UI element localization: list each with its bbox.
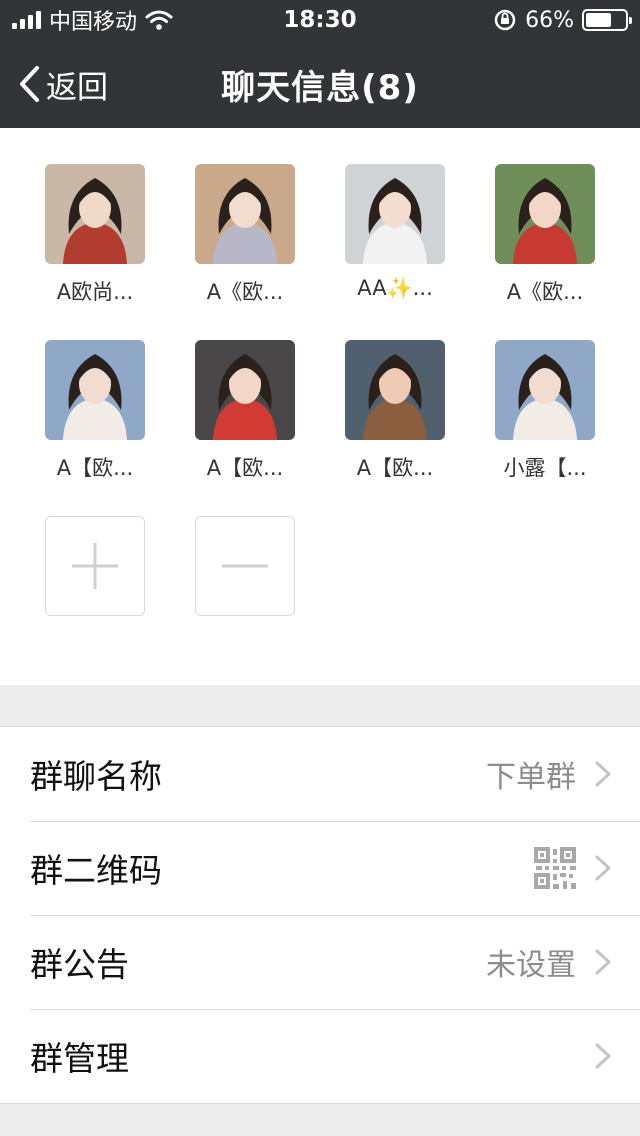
group-name-value: 下单群 — [486, 760, 576, 795]
row-right: 下单群 — [486, 752, 612, 796]
member-item[interactable]: A【欧... — [20, 340, 170, 482]
group-qrcode-row[interactable]: 群二维码 — [0, 821, 640, 915]
avatar — [345, 164, 445, 264]
avatar — [45, 340, 145, 440]
avatar — [45, 164, 145, 264]
signal-icon — [12, 11, 41, 29]
carrier-name: 中国移动 — [49, 10, 138, 35]
back-button[interactable]: 返回 — [18, 40, 108, 128]
avatar — [195, 340, 295, 440]
status-bar: 中国移动 18:30 66% — [0, 0, 640, 40]
member-item[interactable]: A【欧... — [170, 340, 320, 482]
group-notice-row[interactable]: 群公告 未设置 — [0, 915, 640, 1009]
member-item[interactable]: A《欧... — [170, 164, 320, 306]
row-right — [534, 847, 612, 889]
wifi-icon — [145, 10, 173, 30]
minus-icon — [222, 564, 268, 568]
chevron-right-icon — [595, 949, 611, 975]
member-name: AA✨... — [357, 276, 433, 300]
status-right: 66% — [493, 7, 632, 33]
qrcode-icon — [534, 847, 576, 889]
member-name: A欧尚... — [56, 280, 134, 304]
nav-bar: 返回 聊天信息(8) — [0, 40, 640, 128]
avatar — [495, 340, 595, 440]
chevron-right-icon — [595, 761, 611, 787]
add-member-button[interactable] — [45, 516, 145, 616]
row-label: 群公告 — [30, 945, 129, 984]
avatar — [345, 340, 445, 440]
row-right: 未设置 — [486, 940, 612, 984]
row-right — [594, 1042, 612, 1070]
group-notice-value: 未设置 — [486, 948, 576, 983]
member-name: A《欧... — [506, 280, 584, 304]
member-name: A《欧... — [206, 280, 284, 304]
battery-icon — [582, 9, 632, 31]
member-name: A【欧... — [56, 456, 134, 480]
member-item[interactable]: A【欧... — [320, 340, 470, 482]
settings-group: 群聊名称 下单群 群二维码 群公告 未设置 群管理 — [0, 726, 640, 1104]
avatar — [495, 164, 595, 264]
member-item[interactable]: A欧尚... — [20, 164, 170, 306]
group-name-row[interactable]: 群聊名称 下单群 — [0, 727, 640, 821]
battery-percent: 66% — [525, 7, 574, 33]
group-manage-row[interactable]: 群管理 — [0, 1009, 640, 1103]
member-grid: A欧尚... A《欧... AA✨... A《欧... A【欧... A【欧..… — [0, 128, 640, 685]
member-name: A【欧... — [356, 456, 434, 480]
chevron-left-icon — [20, 66, 39, 102]
member-name: A【欧... — [206, 456, 284, 480]
status-left: 中国移动 — [12, 4, 173, 36]
plus-icon — [72, 543, 118, 589]
avatar — [195, 164, 295, 264]
chevron-right-icon — [595, 1043, 611, 1069]
chevron-right-icon — [595, 855, 611, 881]
page-title: 聊天信息(8) — [221, 67, 419, 108]
member-item[interactable]: A《欧... — [470, 164, 620, 306]
member-item[interactable]: 小露【... — [470, 340, 620, 482]
rotation-lock-icon — [494, 9, 516, 31]
row-label: 群聊名称 — [30, 757, 162, 796]
row-label: 群管理 — [30, 1039, 129, 1078]
back-label: 返回 — [46, 69, 108, 106]
row-label: 群二维码 — [30, 851, 162, 890]
member-name: 小露【... — [503, 456, 587, 480]
member-item[interactable]: AA✨... — [320, 164, 470, 301]
remove-member-button[interactable] — [195, 516, 295, 616]
